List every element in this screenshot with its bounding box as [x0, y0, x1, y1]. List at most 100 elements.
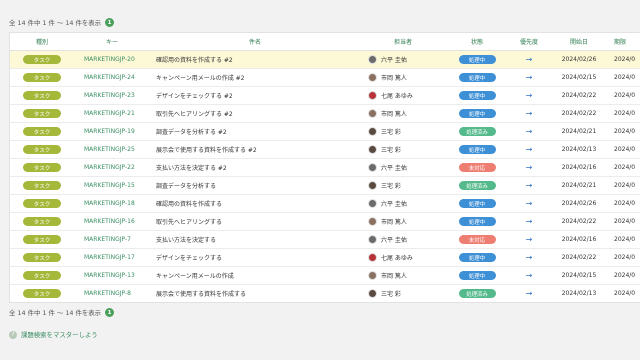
table-row[interactable]: タスク MARKETINGJP-21 取引先へヒアリングする #2 市岡 篤人 処理中 →… [10, 105, 640, 123]
due-date: 2024/0 [614, 290, 636, 297]
table-row[interactable]: タスク MARKETINGJP-8 展示会で使用する資料を作成する 三宅 彩 処理済み →… [10, 285, 640, 302]
start-date: 2024/02/22 [561, 254, 597, 261]
issue-subject[interactable]: 取引先へヒアリングする [150, 217, 360, 226]
type-cell: タスク [10, 217, 74, 226]
issue-subject[interactable]: 調査データを分析する [150, 181, 360, 190]
issue-subject[interactable]: 支払い方法を決定する #2 [150, 163, 360, 172]
count-badge: 1 [105, 308, 115, 317]
issue-subject[interactable]: キャンペーン用メールの作成 [150, 271, 360, 280]
priority-cell: → [508, 254, 550, 262]
priority-cell: → [508, 164, 550, 172]
status-cell: 処理中 [446, 109, 508, 118]
header-priority[interactable]: 優先度 [508, 37, 550, 46]
arrow-right-icon: → [525, 271, 533, 280]
avatar [368, 199, 377, 208]
type-cell: タスク [10, 235, 74, 244]
table-row[interactable]: タスク MARKETINGJP-23 デザインをチェックする #2 七尾 あゆみ 処理中… [10, 87, 640, 105]
avatar [368, 163, 377, 172]
issue-key-link[interactable]: MARKETINGJP-19 [74, 128, 150, 135]
table-row[interactable]: タスク MARKETINGJP-20 確認用の資料を作成する #2 六平 圭佑 処理中 →… [10, 51, 640, 69]
start-date: 2024/02/22 [561, 110, 597, 117]
help-link[interactable]: ? 課題検索をマスターしよう [9, 330, 98, 339]
issue-key-link[interactable]: MARKETINGJP-7 [74, 236, 150, 243]
issue-subject[interactable]: 調査データを分析する #2 [150, 127, 360, 136]
issue-key-link[interactable]: MARKETINGJP-24 [74, 74, 150, 81]
assignee-name: 三宅 彩 [381, 291, 401, 298]
status-badge: 未対応 [458, 163, 496, 172]
priority-cell: → [508, 272, 550, 280]
status-badge: 処理中 [458, 91, 496, 100]
issue-subject[interactable]: 支払い方法を決定する [150, 235, 360, 244]
help-link-label[interactable]: 課題検索をマスターしよう [21, 330, 98, 339]
assignee-cell: 市岡 篤人 [360, 271, 446, 280]
avatar [368, 55, 377, 64]
header-status[interactable]: 状態 [446, 37, 508, 46]
assignee-name: 市岡 篤人 [381, 111, 407, 118]
type-badge: タスク [23, 235, 61, 244]
issue-key-link[interactable]: MARKETINGJP-22 [74, 164, 150, 171]
result-count-bottom: 全 14 件中 1 件 〜 14 件を表示 1 [9, 307, 115, 318]
header-start-date[interactable]: 開始日 [550, 37, 608, 46]
issue-key-link[interactable]: MARKETINGJP-20 [74, 56, 150, 63]
assignee-cell: 六平 圭佑 [360, 235, 446, 244]
issue-key-link[interactable]: MARKETINGJP-8 [74, 290, 150, 297]
issue-subject[interactable]: 確認用の資料を作成する [150, 199, 360, 208]
issue-key-link[interactable]: MARKETINGJP-13 [74, 272, 150, 279]
type-badge: タスク [23, 91, 61, 100]
table-row[interactable]: タスク MARKETINGJP-24 キャンペーン用メールの作成 #2 市岡 篤人 処理… [10, 69, 640, 87]
assignee-cell: 三宅 彩 [360, 145, 446, 154]
issue-key-link[interactable]: MARKETINGJP-15 [74, 182, 150, 189]
status-badge: 未対応 [458, 235, 496, 244]
issue-key-link[interactable]: MARKETINGJP-23 [74, 92, 150, 99]
start-date: 2024/02/13 [561, 290, 597, 297]
issue-subject[interactable]: 展示会で使用する資料を作成する [150, 289, 360, 298]
header-key[interactable]: キー [74, 37, 150, 46]
issue-key-link[interactable]: MARKETINGJP-17 [74, 254, 150, 261]
arrow-right-icon: → [525, 217, 533, 226]
assignee-cell: 三宅 彩 [360, 289, 446, 298]
status-badge: 処理中 [458, 253, 496, 262]
table-row[interactable]: タスク MARKETINGJP-18 確認用の資料を作成する 六平 圭佑 処理中 → 202… [10, 195, 640, 213]
issue-subject[interactable]: デザインをチェックする [150, 253, 360, 262]
priority-cell: → [508, 128, 550, 136]
type-badge: タスク [23, 163, 61, 172]
header-type[interactable]: 種別 [10, 37, 74, 46]
header-assignee[interactable]: 担当者 [360, 37, 446, 46]
type-badge: タスク [23, 289, 61, 298]
table-row[interactable]: タスク MARKETINGJP-17 デザインをチェックする 七尾 あゆみ 処理中 → 20… [10, 249, 640, 267]
table-row[interactable]: タスク MARKETINGJP-19 調査データを分析する #2 三宅 彩 処理済み → 2… [10, 123, 640, 141]
start-date: 2024/02/16 [561, 164, 597, 171]
status-cell: 処理済み [446, 181, 508, 190]
due-date: 2024/0 [614, 254, 636, 261]
issue-subject[interactable]: デザインをチェックする #2 [150, 91, 360, 100]
arrow-right-icon: → [525, 163, 533, 172]
issue-subject[interactable]: キャンペーン用メールの作成 #2 [150, 73, 360, 82]
issue-subject[interactable]: 展示会で使用する資料を作成する #2 [150, 145, 360, 154]
due-date: 2024/0 [614, 56, 636, 63]
type-cell: タスク [10, 289, 74, 298]
issue-subject[interactable]: 確認用の資料を作成する #2 [150, 55, 360, 64]
header-due-date[interactable]: 期限 [608, 37, 640, 46]
issue-key-link[interactable]: MARKETINGJP-21 [74, 110, 150, 117]
issue-key-link[interactable]: MARKETINGJP-16 [74, 218, 150, 225]
table-row[interactable]: タスク MARKETINGJP-7 支払い方法を決定する 六平 圭佑 未対応 → 2024/… [10, 231, 640, 249]
header-subject[interactable]: 件名 [150, 37, 360, 46]
table-row[interactable]: タスク MARKETINGJP-16 取引先へヒアリングする 市岡 篤人 処理中 → 202… [10, 213, 640, 231]
avatar [368, 127, 377, 136]
issue-key-link[interactable]: MARKETINGJP-25 [74, 146, 150, 153]
assignee-cell: 三宅 彩 [360, 181, 446, 190]
status-cell: 処理中 [446, 217, 508, 226]
table-row[interactable]: タスク MARKETINGJP-22 支払い方法を決定する #2 六平 圭佑 未対応 → 2… [10, 159, 640, 177]
arrow-right-icon: → [525, 55, 533, 64]
due-date: 2024/0 [614, 74, 636, 81]
table-row[interactable]: タスク MARKETINGJP-13 キャンペーン用メールの作成 市岡 篤人 処理中 → 2… [10, 267, 640, 285]
type-badge: タスク [23, 55, 61, 64]
table-row[interactable]: タスク MARKETINGJP-25 展示会で使用する資料を作成する #2 三宅 彩 処… [10, 141, 640, 159]
due-date: 2024/0 [614, 182, 636, 189]
table-row[interactable]: タスク MARKETINGJP-15 調査データを分析する 三宅 彩 処理済み → 2024… [10, 177, 640, 195]
issue-key-link[interactable]: MARKETINGJP-18 [74, 200, 150, 207]
issue-subject[interactable]: 取引先へヒアリングする #2 [150, 109, 360, 118]
status-cell: 処理中 [446, 145, 508, 154]
avatar [368, 253, 377, 262]
priority-cell: → [508, 218, 550, 226]
